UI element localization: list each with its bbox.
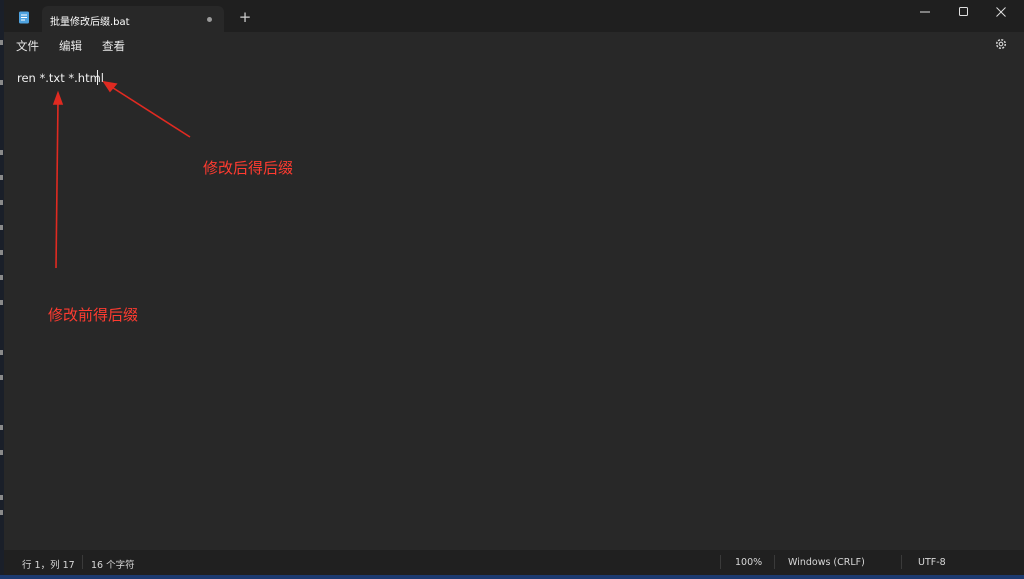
status-divider bbox=[901, 555, 902, 569]
arrow-to-old-suffix bbox=[55, 99, 59, 269]
encoding[interactable]: UTF-8 bbox=[918, 557, 946, 568]
taskbar-edge bbox=[0, 575, 1024, 579]
status-divider bbox=[720, 555, 721, 569]
character-count: 16 个字符 bbox=[91, 560, 135, 571]
status-divider bbox=[82, 555, 83, 569]
annotation-arrows bbox=[52, 80, 191, 269]
notepad-window: 批量修改后缀.bat + 文件 编辑 查看 ren *.txt *.html 修… bbox=[4, 0, 1024, 575]
status-bar: 行 1，列 17 16 个字符 100% Windows (CRLF) UTF-… bbox=[4, 550, 1024, 575]
arrow-head-new-suffix bbox=[102, 80, 118, 93]
status-divider bbox=[774, 555, 775, 569]
annotation-after-suffix: 修改后得后缀 bbox=[203, 159, 294, 177]
cursor-position[interactable]: 行 1，列 17 bbox=[22, 557, 75, 571]
arrow-to-new-suffix bbox=[109, 85, 191, 138]
annotation-before-suffix: 修改前得后缀 bbox=[48, 306, 139, 324]
zoom-level[interactable]: 100% bbox=[735, 557, 762, 568]
arrow-head-old-suffix bbox=[52, 90, 64, 105]
line-ending[interactable]: Windows (CRLF) bbox=[788, 557, 865, 568]
